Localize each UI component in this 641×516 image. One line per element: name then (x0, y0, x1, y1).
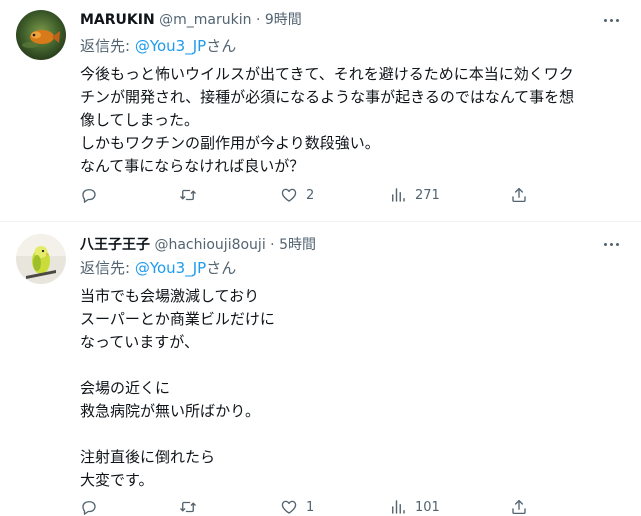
tweet-text-line: 注射直後に倒れたら (80, 448, 216, 466)
reply-prefix: 返信先: (80, 37, 135, 55)
tweet-text-line: スーパーとか商業ビルだけに (80, 310, 275, 328)
tweet-text-line: なっていますが、 (80, 333, 199, 351)
reply-suffix: さん (206, 37, 237, 55)
separator: · (255, 12, 261, 28)
tweet-1[interactable]: MARUKIN @m_marukin · 9時間 返信先: @You3_JPさん… (0, 0, 641, 222)
like-count: 1 (306, 499, 315, 515)
tweet-text: 当市でも会場激減しており スーパーとか商業ビルだけに なっていますが、 会場の近… (80, 285, 625, 492)
timestamp[interactable]: 9時間 (265, 12, 302, 28)
heart-icon (281, 500, 297, 514)
view-count: 271 (415, 187, 440, 203)
tweet-text-line: チンが開発され、接種が必須になるような事が起きるのではなんて事を想 (80, 88, 575, 106)
retweet-button[interactable] (179, 495, 197, 516)
reply-context: 返信先: @You3_JPさん (80, 258, 236, 278)
tweet-header: 八王子王子 @hachiouji8ouji · 5時間 (80, 235, 316, 255)
view-count: 101 (415, 499, 440, 515)
user-handle[interactable]: @hachiouji8ouji (154, 237, 265, 253)
analytics-bars-icon (392, 188, 405, 202)
views-button[interactable]: 271 (389, 183, 440, 207)
analytics-bars-icon (392, 500, 405, 514)
views-button[interactable]: 101 (389, 495, 440, 516)
action-bar: 1 101 (80, 495, 550, 516)
reply-suffix: さん (206, 259, 237, 277)
share-upload-icon (512, 499, 526, 515)
tweet-text-line: 像してしまった。 (80, 111, 199, 129)
tweet-text-line: なんて事にならなければ良いが？ (80, 157, 305, 175)
display-name[interactable]: 八王子王子 (80, 237, 150, 253)
share-button[interactable] (510, 183, 528, 207)
tweet-text-line: 大変です。 (80, 471, 154, 489)
reply-bubble-icon (82, 189, 96, 203)
tweet-text-line: 今後もっと怖いウイルスが出てきて、それを避けるために本当に効くワク (80, 65, 574, 83)
reply-to-handle[interactable]: @You3_JP (135, 37, 206, 55)
reply-to-handle[interactable]: @You3_JP (135, 259, 206, 277)
retweet-icon (180, 189, 196, 201)
retweet-icon (180, 501, 196, 513)
reply-button[interactable] (80, 183, 98, 207)
reply-prefix: 返信先: (80, 259, 135, 277)
tweet-text-line: 当市でも会場激減しており (80, 287, 260, 305)
tweet-text-line (80, 423, 625, 446)
share-button[interactable] (510, 495, 528, 516)
like-button[interactable]: 2 (280, 183, 314, 207)
avatar[interactable] (16, 234, 66, 284)
more-options-button[interactable] (601, 234, 621, 254)
reply-context: 返信先: @You3_JPさん (80, 36, 236, 56)
like-button[interactable]: 1 (280, 495, 314, 516)
reply-bubble-icon (82, 501, 96, 515)
tweet-2[interactable]: 八王子王子 @hachiouji8ouji · 5時間 返信先: @You3_J… (0, 223, 641, 516)
tweet-text-line: 会場の近くに (80, 379, 171, 397)
more-horizontal-icon (603, 242, 619, 246)
like-count: 2 (306, 187, 315, 203)
avatar[interactable] (16, 10, 66, 60)
action-bar: 2 271 (80, 183, 550, 207)
more-options-button[interactable] (601, 10, 621, 30)
tweet-text-line (80, 354, 625, 377)
display-name[interactable]: MARUKIN (80, 12, 155, 28)
share-upload-icon (512, 187, 526, 203)
retweet-button[interactable] (179, 183, 197, 207)
tweet-text-line: しかもワクチンの副作用が今より数段強い。 (80, 134, 380, 152)
tweet-header: MARUKIN @m_marukin · 9時間 (80, 10, 302, 30)
tweet-text-line: 救急病院が無い所ばかり。 (80, 402, 261, 420)
more-horizontal-icon (603, 18, 619, 22)
reply-button[interactable] (80, 495, 98, 516)
tweet-text: 今後もっと怖いウイルスが出てきて、それを避けるために本当に効くワク チンが開発さ… (80, 63, 625, 178)
timestamp[interactable]: 5時間 (279, 237, 316, 253)
separator: · (270, 237, 275, 253)
heart-icon (281, 188, 297, 202)
user-handle[interactable]: @m_marukin (159, 12, 251, 28)
